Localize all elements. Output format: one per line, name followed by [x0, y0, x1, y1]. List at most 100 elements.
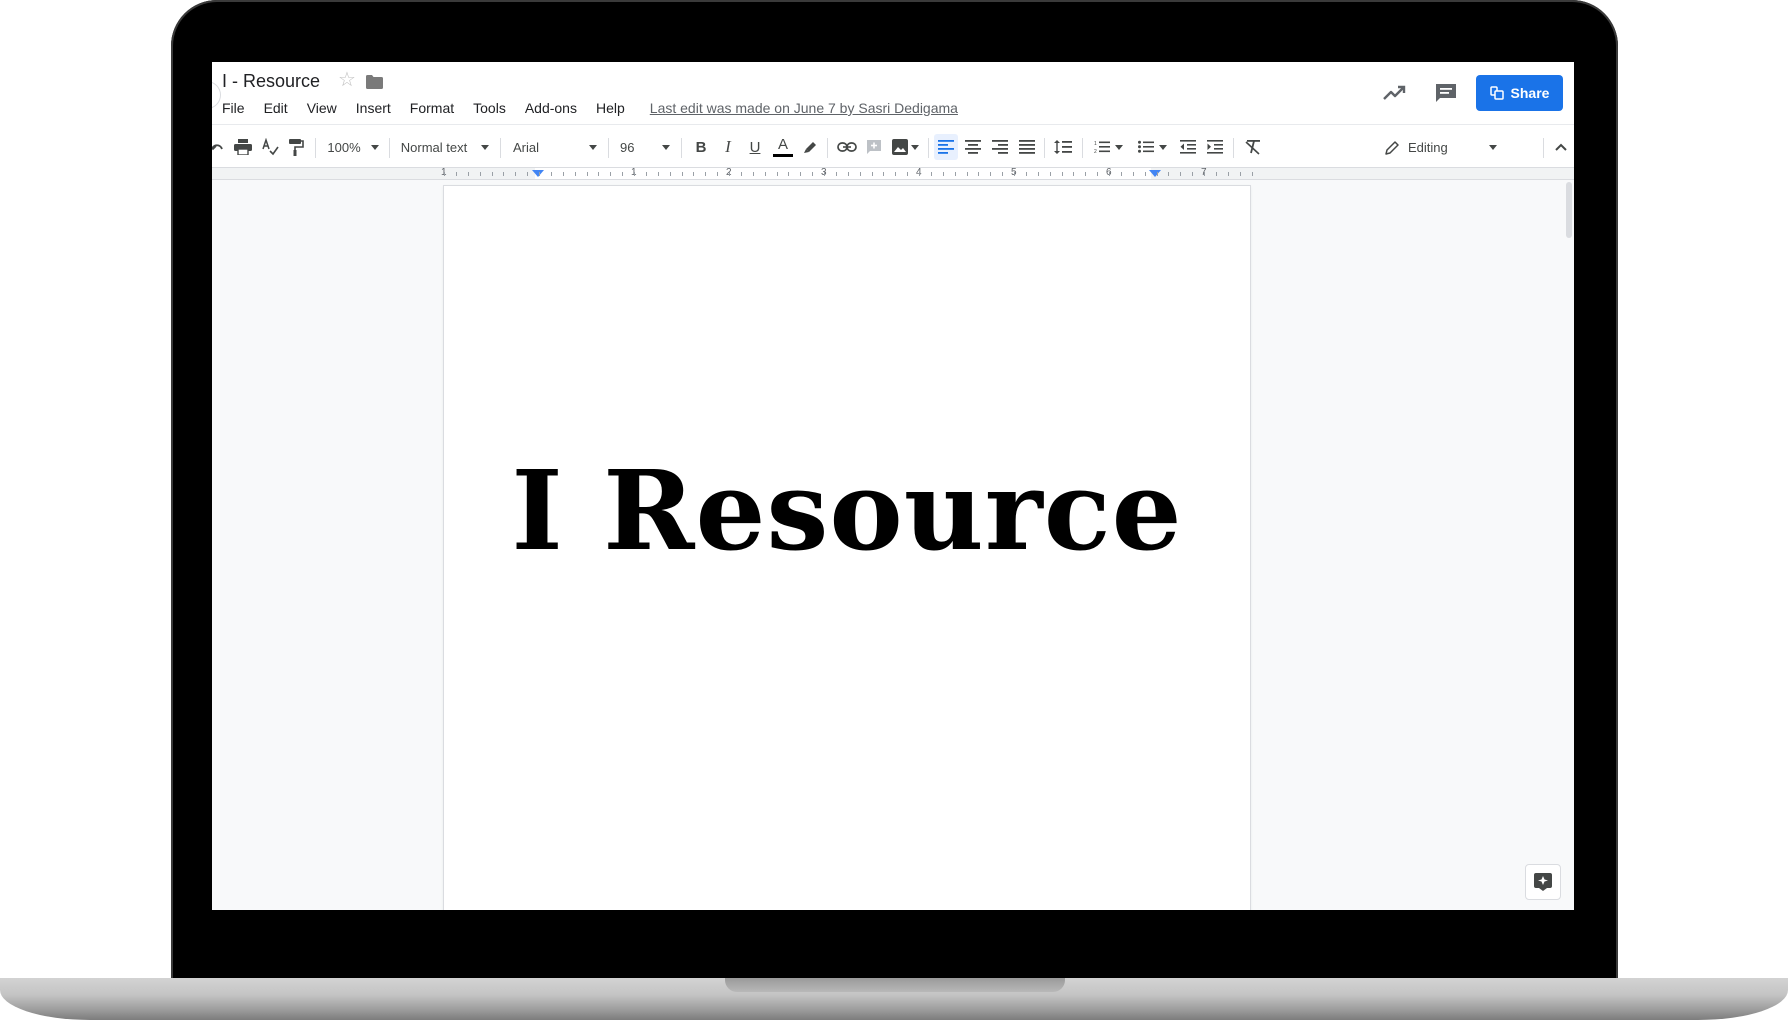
ruler-tick	[1192, 172, 1193, 176]
folder-icon[interactable]	[366, 75, 383, 89]
ruler-tick	[777, 172, 778, 176]
align-center-icon[interactable]	[961, 125, 985, 169]
menu-view[interactable]: View	[307, 100, 337, 116]
ruler-tick	[634, 172, 635, 176]
menu-format[interactable]: Format	[410, 100, 454, 116]
explore-button[interactable]	[1525, 864, 1561, 900]
font-size-select[interactable]: 96	[616, 125, 674, 169]
vertical-scrollbar[interactable]	[1566, 182, 1572, 238]
star-icon[interactable]: ☆	[338, 70, 356, 90]
decrease-indent-icon[interactable]	[1175, 125, 1201, 169]
document-title[interactable]: I - Resource	[222, 71, 320, 92]
ruler-tick	[1062, 172, 1063, 176]
ruler-tick	[753, 172, 754, 176]
toolbar-divider	[608, 138, 609, 158]
explore-icon	[1534, 873, 1552, 891]
ruler-tick	[468, 172, 469, 176]
ruler-tick	[860, 172, 861, 176]
share-button[interactable]: Share	[1476, 75, 1563, 111]
zoom-select[interactable]: 100%	[324, 125, 382, 169]
highlight-icon[interactable]	[798, 125, 822, 169]
numbered-list-icon[interactable]: 12	[1088, 125, 1128, 169]
ruler-tick	[1097, 172, 1098, 176]
ruler-tick	[907, 172, 908, 176]
activity-icon[interactable]	[1382, 83, 1406, 103]
document-page[interactable]: I Resource	[444, 186, 1250, 910]
ruler-tick	[883, 172, 884, 176]
link-icon[interactable]	[834, 125, 860, 169]
toolbar-divider	[315, 138, 316, 158]
ruler-tick	[492, 172, 493, 176]
ruler-tick	[1002, 172, 1003, 176]
bulleted-list-icon[interactable]	[1132, 125, 1172, 169]
ruler-tick	[1050, 172, 1051, 176]
undo-icon[interactable]	[212, 125, 226, 169]
toolbar-divider	[681, 138, 682, 158]
ruler-tick	[788, 172, 789, 176]
font-value: Arial	[513, 139, 540, 155]
ruler-tick	[1168, 172, 1169, 176]
text-color-icon[interactable]: A	[770, 125, 796, 169]
ruler-tick	[693, 172, 694, 176]
share-label: Share	[1510, 85, 1550, 101]
line-spacing-icon[interactable]	[1050, 125, 1076, 169]
menu-insert[interactable]: Insert	[356, 100, 391, 116]
align-right-icon[interactable]	[988, 125, 1012, 169]
chevron-down-icon	[1489, 144, 1497, 150]
toolbar-divider	[827, 138, 828, 158]
italic-icon[interactable]: I	[716, 125, 740, 169]
editing-mode-value: Editing	[1408, 139, 1448, 155]
ruler-tick	[1252, 172, 1253, 176]
ruler-tick	[1073, 172, 1074, 176]
toolbar-divider	[500, 138, 501, 158]
spellcheck-icon[interactable]	[258, 125, 282, 169]
svg-text:2: 2	[1094, 149, 1097, 154]
menu-add-ons[interactable]: Add-ons	[525, 100, 577, 116]
ruler-tick	[1121, 172, 1122, 176]
ruler-tick	[444, 172, 445, 176]
ruler-tick	[931, 172, 932, 176]
toolbar-divider	[1044, 138, 1045, 158]
ruler-tick	[1180, 172, 1181, 176]
menu-file[interactable]: File	[222, 100, 245, 116]
right-indent-marker[interactable]	[1149, 170, 1161, 177]
menu-edit[interactable]: Edit	[264, 100, 288, 116]
toolbar-divider	[1543, 138, 1544, 158]
style-value: Normal text	[400, 139, 468, 155]
font-size-value: 96	[620, 139, 635, 155]
menu-tools[interactable]: Tools	[473, 100, 506, 116]
ruler-tick	[622, 172, 623, 176]
font-select[interactable]: Arial	[509, 125, 601, 169]
chevron-down-icon	[662, 144, 670, 150]
clear-formatting-icon[interactable]	[1240, 125, 1266, 169]
collapse-icon[interactable]	[1548, 125, 1574, 169]
chevron-down-icon	[589, 144, 597, 150]
chevron-down-icon	[1158, 144, 1167, 150]
paint-format-icon[interactable]	[284, 125, 308, 169]
text-color-bar	[773, 154, 793, 157]
underline-icon[interactable]: U	[743, 125, 767, 169]
comment-icon[interactable]	[1434, 82, 1458, 104]
add-comment-icon[interactable]	[862, 125, 886, 169]
toolbar-divider	[1082, 138, 1083, 158]
align-left-icon[interactable]	[934, 134, 958, 160]
style-select[interactable]: Normal text	[398, 125, 492, 169]
print-icon[interactable]	[229, 125, 257, 169]
document-heading[interactable]: I Resource	[444, 446, 1250, 575]
editing-mode-select[interactable]: Editing	[1385, 125, 1497, 169]
increase-indent-icon[interactable]	[1202, 125, 1228, 169]
ruler-tick	[729, 172, 730, 176]
image-icon[interactable]	[888, 125, 922, 169]
last-edit-link[interactable]: Last edit was made on June 7 by Sasri De…	[650, 100, 958, 116]
left-indent-marker[interactable]	[532, 170, 544, 177]
menu-bar: File Edit View Insert Format Tools Add-o…	[222, 100, 958, 116]
ruler-tick	[765, 172, 766, 176]
ruler-tick	[919, 172, 920, 176]
ruler-page-area	[535, 168, 1151, 179]
ruler-tick	[503, 172, 504, 176]
justify-icon[interactable]	[1015, 125, 1039, 169]
ruler-tick	[800, 172, 801, 176]
menu-help[interactable]: Help	[596, 100, 625, 116]
horizontal-ruler[interactable]: 1 1 2 3 4 5 6 7	[212, 167, 1574, 180]
bold-icon[interactable]: B	[689, 125, 713, 169]
